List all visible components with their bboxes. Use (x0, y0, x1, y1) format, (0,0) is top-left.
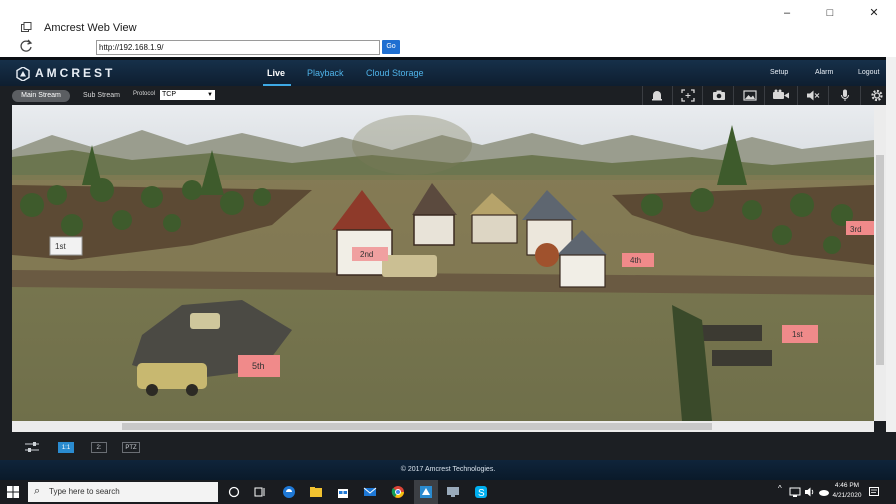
setup-link[interactable]: Setup (770, 69, 788, 76)
copyright-footer: © 2017 Amcrest Technologies. (0, 460, 896, 480)
address-bar: http://192.168.1.9/ Go (0, 39, 896, 57)
url-input[interactable]: http://192.168.1.9/ (96, 40, 380, 55)
skype-icon[interactable]: S (474, 485, 488, 499)
show-hidden-icons-icon[interactable]: ^ (778, 484, 782, 493)
alarm-bell-icon[interactable] (650, 89, 664, 102)
flag-1st-left-text: 1st (55, 242, 66, 251)
minimize-button[interactable]: – (775, 6, 799, 20)
brand-logo-text: AMCREST (35, 66, 116, 80)
onedrive-icon[interactable] (818, 486, 830, 498)
toolbar-divider (702, 86, 703, 105)
remote-desktop-icon[interactable] (446, 485, 460, 499)
main-stream-button[interactable]: Main Stream (12, 90, 70, 102)
camera-scene: 1st 2nd 4th 3rd 1st 5th (12, 105, 874, 421)
settings-gear-icon[interactable] (870, 89, 884, 102)
record-camera-icon[interactable] (772, 89, 790, 102)
page-scrollbar[interactable] (886, 57, 896, 480)
app-window-icon (21, 22, 32, 32)
mute-speaker-icon[interactable] (806, 89, 820, 102)
notifications-icon[interactable] (868, 486, 880, 498)
svg-text:S: S (478, 488, 485, 499)
app-header: AMCREST Live Playback Cloud Storage Setu… (0, 57, 896, 86)
toolbar-divider (642, 86, 643, 105)
windows-start-icon[interactable] (7, 486, 19, 498)
store-icon[interactable] (336, 485, 350, 499)
network-icon[interactable] (789, 486, 801, 498)
search-icon: ⌕ (34, 485, 41, 497)
sub-stream-button[interactable]: Sub Stream (83, 92, 120, 99)
flag-3rd-text: 3rd (850, 225, 862, 234)
taskbar-search-box[interactable]: ⌕ Type here to search (28, 482, 218, 502)
toolbar-divider (764, 86, 765, 105)
file-explorer-icon[interactable] (309, 485, 323, 499)
fullscreen-region-icon[interactable] (681, 89, 695, 102)
tab-cloud-storage[interactable]: Cloud Storage (366, 68, 424, 78)
edge-browser-icon[interactable] (282, 485, 296, 499)
shadow-patch (352, 115, 472, 175)
logout-link[interactable]: Logout (858, 69, 879, 76)
toolbar-divider (860, 86, 861, 105)
tab-live[interactable]: Live (267, 68, 285, 78)
ptz-button[interactable]: PTZ (122, 442, 140, 453)
toolbar-divider (828, 86, 829, 105)
chevron-down-icon: ▼ (207, 92, 213, 98)
scrollbar-thumb[interactable] (876, 155, 884, 365)
maximize-button[interactable]: □ (818, 6, 842, 20)
snapshot-camera-icon[interactable] (712, 89, 726, 102)
protocol-value: TCP (162, 91, 176, 98)
toolbar-divider (672, 86, 673, 105)
alarm-link[interactable]: Alarm (815, 69, 833, 76)
flag-5th-text: 5th (252, 361, 265, 371)
flag-4th-text: 4th (630, 256, 641, 265)
amcrest-logo-icon (16, 67, 30, 81)
toolbar-divider (733, 86, 734, 105)
clock-time: 4:46 PM (834, 482, 860, 489)
view-controls-bar: 1:1 2: PTZ (0, 432, 896, 460)
amcrest-app-icon[interactable] (419, 485, 433, 499)
close-button[interactable]: ✕ (862, 6, 886, 20)
windows-taskbar: ⌕ Type here to search S ^ 4:46 PM 4/21/2… (0, 480, 896, 504)
clock-date: 4/21/2020 (832, 492, 862, 499)
zoom-fit-button[interactable]: 2: (91, 442, 107, 453)
chrome-icon[interactable] (391, 485, 405, 499)
search-placeholder: Type here to search (49, 487, 120, 496)
go-button[interactable]: Go (382, 40, 400, 54)
window-title: Amcrest Web View (44, 22, 137, 34)
stream-toolbar: Main Stream Sub Stream Protocol TCP ▼ (0, 86, 896, 105)
scrollbar-thumb[interactable] (122, 423, 712, 430)
taskbar-clock[interactable]: 4:46 PM 4/21/2020 (830, 481, 864, 501)
flag-2nd-text: 2nd (360, 250, 373, 259)
tab-playback[interactable]: Playback (307, 68, 344, 78)
video-horizontal-scrollbar[interactable] (12, 421, 874, 432)
mail-icon[interactable] (363, 485, 377, 499)
refresh-icon[interactable] (19, 39, 33, 53)
task-view-icon[interactable] (253, 485, 267, 499)
image-icon[interactable] (743, 89, 757, 102)
volume-icon[interactable] (804, 486, 816, 498)
adjust-sliders-icon[interactable] (24, 441, 40, 453)
microphone-icon[interactable] (838, 89, 852, 102)
toolbar-divider (797, 86, 798, 105)
cortana-icon[interactable] (227, 485, 241, 499)
window-titlebar: Amcrest Web View – □ ✕ (0, 0, 896, 39)
protocol-select[interactable]: TCP ▼ (160, 90, 215, 100)
zoom-1-1-button[interactable]: 1:1 (58, 442, 74, 453)
protocol-label: Protocol (133, 91, 156, 97)
video-vertical-scrollbar[interactable] (874, 105, 886, 421)
flag-1st-right-text: 1st (792, 330, 803, 339)
live-video-feed[interactable]: 1st 2nd 4th 3rd 1st 5th (12, 105, 874, 421)
